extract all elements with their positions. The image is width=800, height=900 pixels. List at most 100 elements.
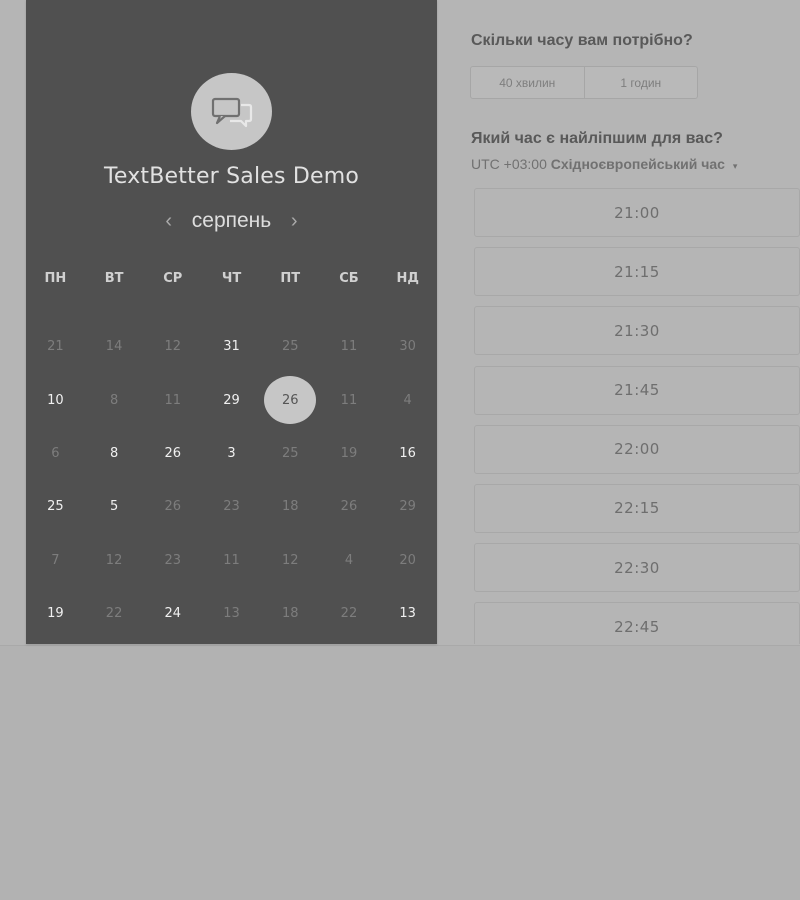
calendar-day-number: 23: [223, 499, 240, 515]
calendar-day: 29: [378, 480, 437, 533]
chevron-left-icon[interactable]: ‹: [154, 210, 184, 233]
calendar-day[interactable]: 16: [378, 427, 437, 480]
calendar-day-number: 26: [164, 445, 182, 461]
calendar-day-number: 26: [164, 499, 182, 515]
calendar-day-number: 29: [399, 499, 416, 515]
weekday-label: СР: [163, 271, 183, 286]
duration-option-1-hour[interactable]: 1 годин: [583, 67, 698, 98]
brand-logo: [191, 73, 272, 150]
calendar-day-number: 4: [344, 552, 354, 568]
weekday-label: НД: [396, 271, 419, 286]
time-slot-button[interactable]: 22:15: [474, 483, 800, 533]
calendar-day[interactable]: 13: [378, 587, 437, 640]
chevron-down-icon: ▾: [732, 161, 738, 171]
calendar-day: 12: [85, 534, 144, 587]
calendar-day: 18: [261, 587, 320, 640]
timezone-selector[interactable]: UTC +03:00 Східноєвропейський час ▾: [471, 156, 737, 172]
calendar-day-number: 22: [105, 606, 123, 622]
calendar-day: 30: [378, 320, 437, 373]
calendar-day-number: 25: [47, 499, 64, 515]
calendar-day-number: 11: [223, 552, 240, 568]
calendar-week-row: 25 5 26 23 18 26 29: [26, 480, 437, 533]
time-slot-button[interactable]: 22:30: [474, 543, 800, 593]
calendar-day: 23: [202, 480, 261, 533]
calendar-day-number: 25: [281, 445, 299, 461]
calendar-day-number: 26: [340, 499, 358, 515]
calendar-day-number: 19: [47, 606, 64, 622]
calendar-day-number: 11: [164, 392, 182, 408]
calendar-week-row: 6 8 26 3 25 19 16: [26, 427, 437, 480]
calendar-day: 12: [261, 534, 320, 587]
calendar-day-number: 8: [109, 445, 119, 461]
calendar-day[interactable]: 8: [85, 427, 144, 480]
calendar-day: 4: [378, 373, 437, 426]
calendar-day: 13: [202, 587, 261, 640]
calendar-day: 8: [85, 373, 144, 426]
calendar-day-number: 4: [403, 392, 412, 408]
calendar-day-number: 18: [281, 606, 299, 622]
month-navigation: ‹ серпень ›: [26, 209, 437, 233]
time-slot-button[interactable]: 22:00: [474, 424, 800, 474]
calendar-day: 26: [320, 480, 379, 533]
duration-option-40-min[interactable]: 40 хвилин: [471, 67, 584, 98]
booking-widget: TextBetter Sales Demo ‹ серпень › ПН ВТ …: [0, 0, 800, 646]
weekday-label: ВТ: [104, 271, 124, 286]
calendar-day-number: 12: [105, 552, 123, 568]
chat-bubbles-icon: [211, 97, 252, 127]
calendar-day: 6: [26, 427, 85, 480]
time-slot-button[interactable]: 21:00: [474, 188, 800, 237]
event-title: TextBetter Sales Demo: [103, 164, 360, 189]
calendar-day[interactable]: 29: [202, 373, 261, 426]
calendar-day-number: 21: [47, 339, 64, 355]
calendar-day: 11: [320, 320, 379, 373]
calendar-day: 18: [261, 480, 320, 533]
calendar-day-number: 11: [340, 339, 358, 355]
chevron-right-icon[interactable]: ›: [279, 210, 309, 233]
calendar-day-number: 26: [264, 376, 317, 425]
weekday-label: ПН: [44, 271, 67, 286]
calendar-day: 22: [320, 587, 379, 640]
calendar-day-number: 12: [164, 339, 182, 355]
time-question: Який час є найліпшим для вас?: [471, 130, 723, 147]
time-slot-button[interactable]: 22:45: [474, 602, 800, 644]
calendar-day-number: 7: [51, 552, 60, 568]
calendar-day-number: 8: [109, 392, 119, 408]
calendar-day: 11: [143, 373, 202, 426]
calendar-day[interactable]: 25: [26, 480, 85, 533]
calendar-day: 11: [320, 373, 379, 426]
calendar-day[interactable]: 24: [143, 587, 202, 640]
calendar-day: 25: [261, 320, 320, 373]
time-slot-button[interactable]: 21:15: [474, 247, 800, 297]
time-slot-button[interactable]: 21:45: [474, 365, 800, 415]
calendar-grid: 21 14 12 31 25 11 30 10 8 11 29 26 11 4 6 8 26 3 25 19 16 25 5…: [26, 320, 437, 640]
calendar-day[interactable]: 10: [26, 373, 85, 426]
calendar-day-number: 14: [105, 339, 123, 355]
weekday-label: СБ: [339, 271, 359, 286]
calendar-day-number: 23: [164, 552, 182, 568]
calendar-day-number: 18: [281, 499, 299, 515]
calendar-week-row: 19 22 24 13 18 22 13: [26, 587, 437, 640]
time-slot-button[interactable]: 21:30: [474, 306, 800, 356]
calendar-day-number: 19: [340, 445, 358, 461]
calendar-panel: TextBetter Sales Demo ‹ серпень › ПН ВТ …: [26, 0, 437, 644]
calendar-day[interactable]: 5: [85, 480, 144, 533]
calendar-day[interactable]: 19: [26, 587, 85, 640]
calendar-day: 26: [143, 480, 202, 533]
calendar-day-number: 25: [281, 339, 299, 355]
calendar-day: 11: [202, 534, 261, 587]
calendar-day: 25: [261, 427, 320, 480]
calendar-day[interactable]: 31: [202, 320, 261, 373]
calendar-week-row: 10 8 11 29 26 11 4: [26, 373, 437, 426]
calendar-day-number: 12: [281, 552, 299, 568]
calendar-day[interactable]: 3: [202, 427, 261, 480]
calendar-day[interactable]: 26: [143, 427, 202, 480]
calendar-day-number: 13: [399, 606, 416, 622]
duration-selector: 40 хвилин 1 годин: [470, 66, 698, 99]
calendar-day-number: 30: [399, 339, 416, 355]
calendar-day: 22: [85, 587, 144, 640]
calendar-day-selected[interactable]: 26: [261, 373, 320, 426]
timezone-offset: UTC +03:00: [471, 156, 547, 172]
calendar-day-number: 5: [109, 499, 119, 515]
calendar-day: 20: [378, 534, 437, 587]
calendar-day-number: 13: [223, 606, 240, 622]
